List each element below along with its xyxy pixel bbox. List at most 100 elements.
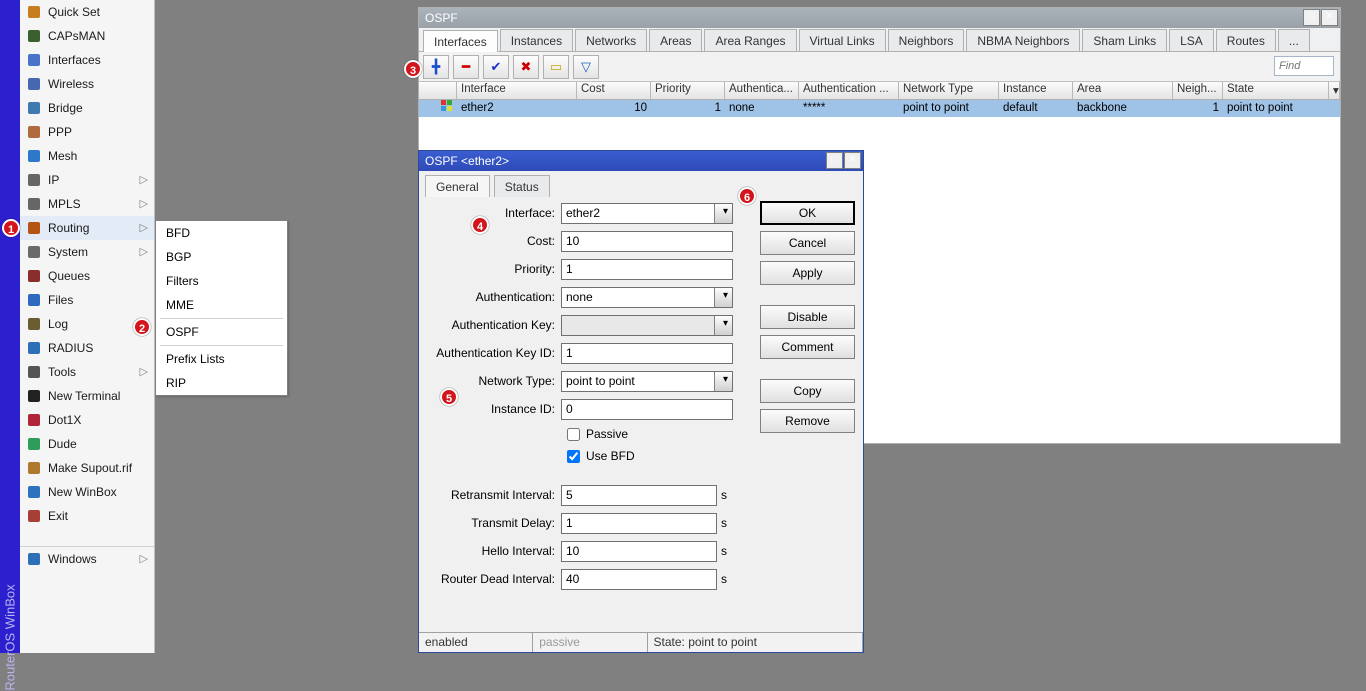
tab-lsa[interactable]: LSA <box>1169 29 1214 51</box>
submenu-item-rip[interactable]: RIP <box>156 371 287 395</box>
new-terminal-icon <box>26 388 42 404</box>
column-neigh-[interactable]: Neigh... <box>1173 82 1223 99</box>
tab-interfaces[interactable]: Interfaces <box>423 30 498 52</box>
sidebar-item-windows[interactable]: Windows▷ <box>20 546 154 570</box>
sidebar-item-routing[interactable]: Routing▷ <box>20 216 154 240</box>
add-button[interactable]: ╋ <box>423 55 449 79</box>
column-priority[interactable]: Priority <box>651 82 725 99</box>
tab-sham-links[interactable]: Sham Links <box>1082 29 1167 51</box>
authkey-select[interactable] <box>561 315 733 336</box>
disable-button[interactable]: ✖ <box>513 55 539 79</box>
sidebar-item-dot1x[interactable]: Dot1X <box>20 408 154 432</box>
sidebar-item-radius[interactable]: RADIUS <box>20 336 154 360</box>
sidebar-item-system[interactable]: System▷ <box>20 240 154 264</box>
submenu-item-mme[interactable]: MME <box>156 293 287 317</box>
interface-select[interactable]: ether2 <box>561 203 733 224</box>
sidebar-item-ip[interactable]: IP▷ <box>20 168 154 192</box>
submenu-item-bgp[interactable]: BGP <box>156 245 287 269</box>
sidebar-item-mpls[interactable]: MPLS▷ <box>20 192 154 216</box>
column-flags[interactable] <box>419 82 457 99</box>
enable-button[interactable]: ✔ <box>483 55 509 79</box>
column-menu-icon[interactable]: ▾ <box>1329 82 1340 99</box>
quick-set-icon <box>26 4 42 20</box>
disable-button[interactable]: Disable <box>760 305 855 329</box>
filter-button[interactable]: ▽ <box>573 55 599 79</box>
iface-tab-general[interactable]: General <box>425 175 490 197</box>
unit-label: s <box>721 544 727 558</box>
table-row[interactable]: ether2101none*****point to pointdefaultb… <box>419 100 1340 117</box>
column-network-type[interactable]: Network Type <box>899 82 999 99</box>
dead-input[interactable]: 40 <box>561 569 717 590</box>
cancel-button[interactable]: Cancel <box>760 231 855 255</box>
iface-dialog-titlebar[interactable]: OSPF <ether2> □ ✕ <box>419 151 863 171</box>
submenu-item-prefix-lists[interactable]: Prefix Lists <box>156 347 287 371</box>
sidebar-item-ppp[interactable]: PPP <box>20 120 154 144</box>
column-state[interactable]: State <box>1223 82 1329 99</box>
tab-networks[interactable]: Networks <box>575 29 647 51</box>
submenu-item-filters[interactable]: Filters <box>156 269 287 293</box>
submenu-item-ospf[interactable]: OSPF <box>156 320 287 344</box>
sidebar-item-tools[interactable]: Tools▷ <box>20 360 154 384</box>
ospf-window-title: OSPF <box>425 11 458 25</box>
interface-label: Interface: <box>423 206 561 220</box>
sidebar-item-mesh[interactable]: Mesh <box>20 144 154 168</box>
sidebar-item-exit[interactable]: Exit <box>20 504 154 528</box>
txdelay-input[interactable]: 1 <box>561 513 717 534</box>
status-passive: passive <box>533 633 647 652</box>
column-cost[interactable]: Cost <box>577 82 651 99</box>
cost-input[interactable]: 10 <box>561 231 733 252</box>
dialog-close-icon[interactable]: ✕ <box>844 152 861 169</box>
sidebar-item-wireless[interactable]: Wireless <box>20 72 154 96</box>
auth-select[interactable]: none <box>561 287 733 308</box>
tab-area-ranges[interactable]: Area Ranges <box>704 29 796 51</box>
comment-button[interactable]: ▭ <box>543 55 569 79</box>
column-authentication-[interactable]: Authentication ... <box>799 82 899 99</box>
column-authentica-[interactable]: Authentica... <box>725 82 799 99</box>
copy-button[interactable]: Copy <box>760 379 855 403</box>
column-interface[interactable]: Interface <box>457 82 577 99</box>
window-minimize-icon[interactable]: □ <box>1303 9 1320 26</box>
hello-input[interactable]: 10 <box>561 541 717 562</box>
remove-button[interactable]: Remove <box>760 409 855 433</box>
tab-routes[interactable]: Routes <box>1216 29 1276 51</box>
windows-icon <box>26 551 42 567</box>
find-input[interactable] <box>1274 56 1334 76</box>
comment-button[interactable]: Comment <box>760 335 855 359</box>
submenu-arrow-icon: ▷ <box>140 216 148 240</box>
priority-input[interactable]: 1 <box>561 259 733 280</box>
authkeyid-input[interactable]: 1 <box>561 343 733 364</box>
sidebar-item-new-winbox[interactable]: New WinBox <box>20 480 154 504</box>
tab-nbma-neighbors[interactable]: NBMA Neighbors <box>966 29 1080 51</box>
passive-checkbox[interactable] <box>567 428 580 441</box>
iface-tab-status[interactable]: Status <box>494 175 550 197</box>
column-area[interactable]: Area <box>1073 82 1173 99</box>
apply-button[interactable]: Apply <box>760 261 855 285</box>
retrans-input[interactable]: 5 <box>561 485 717 506</box>
ok-button[interactable]: OK <box>760 201 855 225</box>
sidebar-item-quick-set[interactable]: Quick Set <box>20 0 154 24</box>
tab-virtual-links[interactable]: Virtual Links <box>799 29 886 51</box>
sidebar-item-queues[interactable]: Queues <box>20 264 154 288</box>
column-instance[interactable]: Instance <box>999 82 1073 99</box>
tab-areas[interactable]: Areas <box>649 29 702 51</box>
sidebar-item-interfaces[interactable]: Interfaces <box>20 48 154 72</box>
tab-instances[interactable]: Instances <box>500 29 573 51</box>
window-close-icon[interactable]: ✕ <box>1321 9 1338 26</box>
tab-neighbors[interactable]: Neighbors <box>888 29 965 51</box>
dialog-minimize-icon[interactable]: □ <box>826 152 843 169</box>
submenu-item-bfd[interactable]: BFD <box>156 221 287 245</box>
usebfd-checkbox[interactable] <box>567 450 580 463</box>
sidebar-item-capsman[interactable]: CAPsMAN <box>20 24 154 48</box>
sidebar-item-log[interactable]: Log <box>20 312 154 336</box>
tab--[interactable]: ... <box>1278 29 1310 51</box>
sidebar-item-bridge[interactable]: Bridge <box>20 96 154 120</box>
instanceid-input[interactable]: 0 <box>561 399 733 420</box>
nettype-select[interactable]: point to point <box>561 371 733 392</box>
sidebar-item-dude[interactable]: Dude <box>20 432 154 456</box>
sidebar-item-new-terminal[interactable]: New Terminal <box>20 384 154 408</box>
sidebar-item-make-supout-rif[interactable]: Make Supout.rif <box>20 456 154 480</box>
sidebar-item-files[interactable]: Files <box>20 288 154 312</box>
files-icon <box>26 292 42 308</box>
iface-status-bar: enabled passive State: point to point <box>419 632 863 652</box>
remove-button[interactable]: ━ <box>453 55 479 79</box>
